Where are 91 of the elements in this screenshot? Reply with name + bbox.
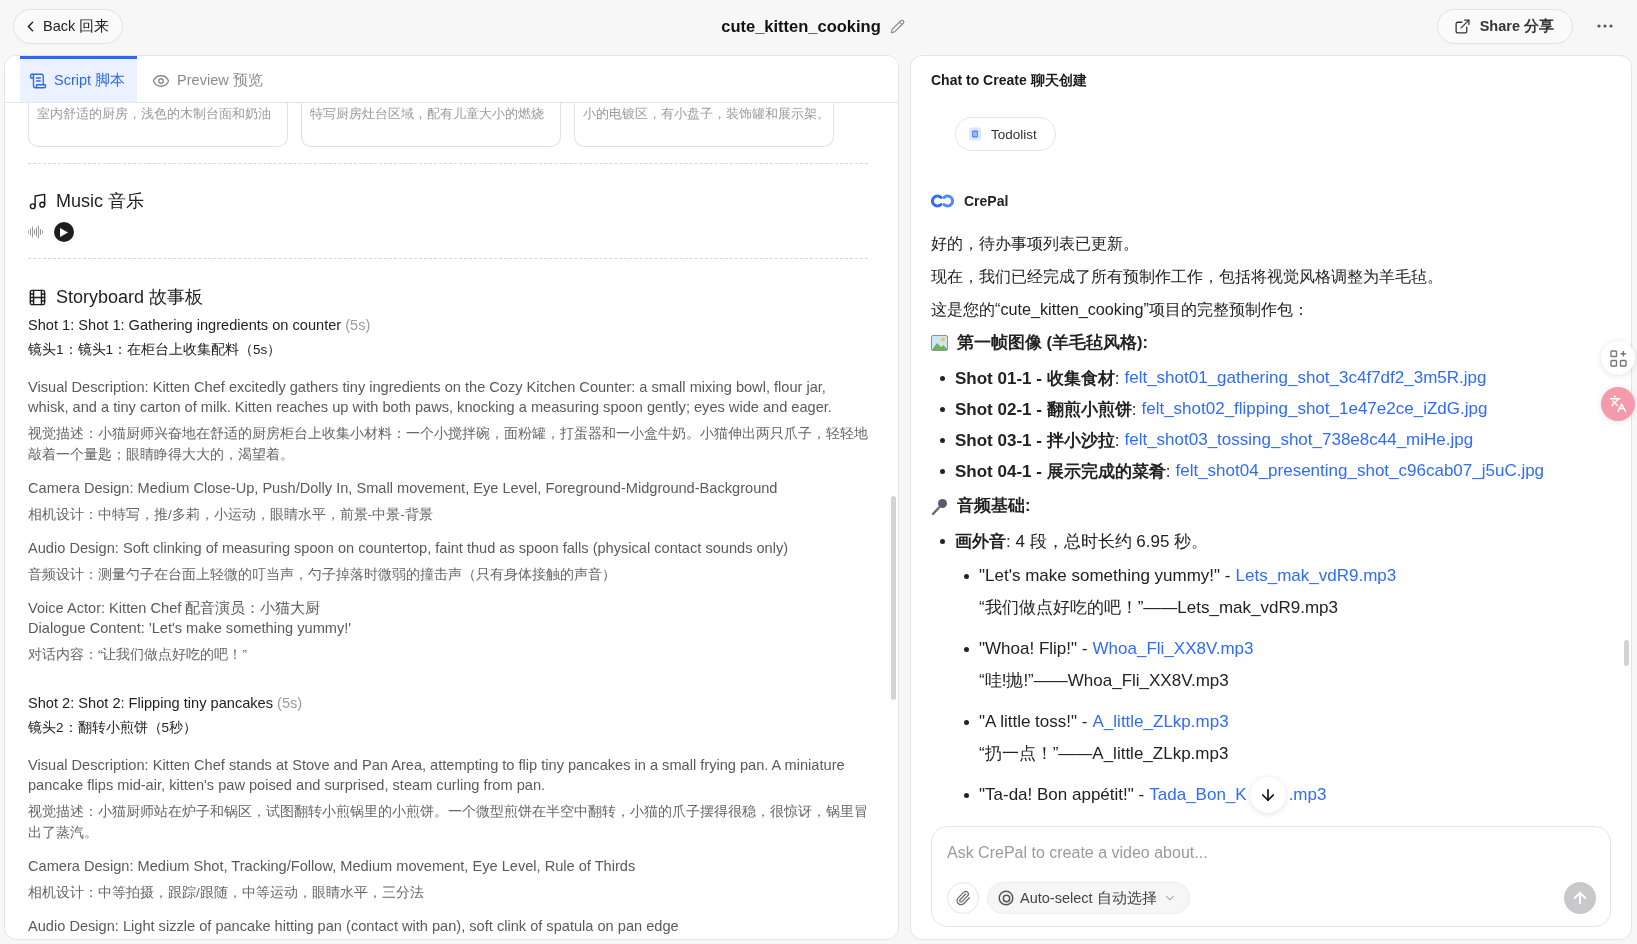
scene-card[interactable]: 特写厨房灶台区域，配有儿童大小的燃烧 (301, 103, 561, 147)
bullet-icon (940, 437, 945, 443)
scene-card[interactable]: 室内舒适的厨房，浅色的木制台面和奶油 (28, 103, 288, 147)
grid-plus-icon (1609, 349, 1627, 367)
section-heading: Music 音乐 (56, 190, 144, 213)
play-button[interactable] (54, 222, 74, 242)
list-item-text: Shot 02-1 - 翻煎小煎饼: (955, 398, 1137, 421)
model-select[interactable]: Auto-select 自动选择 (987, 882, 1190, 914)
list-item-text: "A little toss!" - (979, 712, 1088, 732)
music-icon (28, 191, 47, 211)
file-link[interactable]: A_little_ZLkp.mp3 (1092, 712, 1229, 732)
more-button[interactable] (1597, 24, 1613, 28)
description-text: Visual Description: Kitten Chef stands at Stove and Pan Area, attempting to flip tiny pancakes in a small frying pan. A miniature pancake flips mid-air, kitten's paw poised and surprised, steam curling from pan. (28, 756, 846, 795)
pencil-icon (889, 18, 905, 34)
description-text: Voice Actor: Kitten Chef 配音演员：小猫大厨 (28, 599, 322, 618)
edit-button[interactable] (889, 18, 905, 34)
translation-text: 视觉描述：小猫厨师站在炉子和锅区，试图翻转小煎锅里的小煎饼。一个微型煎饼在半空中翻转，小猫的爪子摆得很稳，很惊讶，锅里冒出了蒸汽。 (28, 803, 868, 842)
description-text: Visual Description: Kitten Chef excitedly gathers tiny ingredients on the Cozy Kitchen Counter: a small mixing bowl, flour jar, whisk, and a tiny carton of milk. Kitten reaches up with both paws, knocking a measuring spoon gently; eyes wide and eager. (28, 378, 833, 417)
bullet-icon (964, 719, 969, 725)
assistant-name: CrePal (964, 193, 1009, 209)
attach-button[interactable] (947, 882, 979, 914)
share-icon (1453, 17, 1471, 35)
message-text: 这是您的“cute_kitten_cooking”项目的完整预制作包： (931, 299, 1310, 320)
bullet-icon (940, 538, 945, 544)
paperclip-icon (955, 890, 971, 906)
bullet-icon (964, 646, 969, 652)
scene-card[interactable]: 小的电镀区，有小盘子，装饰罐和展示架。 (574, 103, 834, 147)
bullet-icon (940, 406, 945, 412)
file-link[interactable]: felt_shot01_gathering_shot_3c4f7df2_3m5R.jpg (1124, 368, 1487, 388)
logo-icon (931, 193, 954, 209)
list-item-text: "Ta-da! Bon appétit!" - (979, 785, 1145, 805)
tab[interactable]: Script 脚本 (20, 56, 138, 102)
message-input[interactable]: Ask CrePal to create a video about... (947, 842, 1596, 864)
microphone-icon (931, 497, 948, 515)
scrollbar-thumb[interactable] (1624, 640, 1629, 666)
list-item-text: Shot 04-1 - 展示完成的菜肴: (955, 460, 1171, 483)
list-item-text: "Let's make something yummy!" - (979, 566, 1231, 586)
message-text: 现在，我们已经完成了所有预制作工作，包括将视觉风格调整为羊毛毡。 (931, 266, 1444, 287)
file-link[interactable]: Lets_mak_vdR9.mp3 (1235, 566, 1397, 586)
scroll-down-button[interactable] (1249, 777, 1286, 813)
description-text: Audio Design: Soft clinking of measuring spoon on countertop, faint thud as spoon falls (physical contact sounds only) (28, 539, 790, 558)
list-item-note: “我们做点好吃的吧！”——Lets_mak_vdR9.mp3 (979, 597, 1338, 619)
list-item-note: “扔一点！”——A_little_ZLkp.mp3 (979, 743, 1229, 765)
project-title: cute_kitten_cooking (721, 16, 881, 36)
translation-text: 视觉描述：小猫厨师兴奋地在舒适的厨房柜台上收集小材料：一个小搅拌碗，面粉罐，打蛋器和一小盒牛奶。小猫伸出两只爪子，轻轻地敲着一个量匙；眼睛睁得大大的，渴望着。 (28, 425, 868, 464)
list-item-note: “哇!抛!”——Whoa_Fli_XX8V.mp3 (979, 670, 1229, 692)
description-text: Dialogue Content: 'Let's make something yummy!' (28, 619, 353, 638)
bullet-icon (940, 468, 945, 474)
tab[interactable]: Preview 预览 (143, 56, 275, 102)
document-icon (968, 127, 982, 141)
translation-text: 相机设计：中特写，推/多莉，小运动，眼睛水平，前景-中景-背景 (28, 506, 434, 524)
translation-text: 音频设计：测量勺子在台面上轻微的叮当声，勺子掉落时微弱的撞击声（只有身体接触的声音） (28, 566, 617, 584)
description-text: Camera Design: Medium Close-Up, Push/Dolly In, Small movement, Eye Level, Foreground-Midground-Background (28, 479, 779, 498)
file-link[interactable]: Whoa_Fli_XX8V.mp3 (1092, 639, 1254, 659)
play-icon (60, 227, 68, 237)
more-icon (1597, 24, 1613, 28)
list-item-text: "Whoa! Flip!" - (979, 639, 1088, 659)
translate-icon (1609, 395, 1627, 413)
target-icon (998, 890, 1014, 906)
bullet-icon (940, 375, 945, 381)
todolist-chip[interactable]: Todolist (955, 117, 1056, 151)
message-text: 好的，待办事项列表已更新。 (931, 233, 1140, 254)
bullet-icon (964, 792, 969, 798)
list-item-text: Shot 01-1 - 收集食材: (955, 367, 1120, 390)
share-button[interactable]: Share 分享 (1436, 8, 1573, 44)
script-icon (29, 71, 47, 90)
shot-title: Shot 1: Shot 1: Gathering ingredients on counter (5s) (28, 316, 372, 335)
section-heading: Storyboard 故事板 (56, 286, 204, 309)
description-text: Camera Design: Medium Shot, Tracking/Follow, Medium movement, Eye Level, Rule of Thirds (28, 857, 637, 876)
bullet-icon (964, 573, 969, 579)
list-item-text: Shot 03-1 - 拌小沙拉: (955, 429, 1120, 452)
file-link[interactable]: felt_shot03_tossing_shot_738e8c44_miHe.jpg (1124, 430, 1474, 450)
file-link[interactable]: felt_shot02_flipping_shot_1e47e2ce_iZdG.jpg (1141, 399, 1488, 419)
back-button[interactable]: Back 回来 (13, 8, 124, 44)
panel-title: Chat to Create 聊天创建 (930, 71, 1088, 90)
shot-title: Shot 2: Shot 2: Flipping tiny pancakes (5s) (28, 694, 304, 713)
description-text: Audio Design: Light sizzle of pancake hitting pan (contact with pan), soft clink of spatula on pan edge (28, 917, 680, 936)
waveform-icon (28, 225, 44, 239)
translation-text: 相机设计：中等拍摄，跟踪/跟随，中等运动，眼睛水平，三分法 (28, 884, 425, 902)
list-item-text: 画外音: 4 段，总时长约 6.95 秒。 (955, 530, 1209, 553)
message-heading: 第一帧图像 (羊毛毡风格): (957, 332, 1149, 353)
file-link[interactable]: felt_shot04_presenting_shot_c96cab07_j5uC.jpg (1175, 461, 1545, 481)
film-icon (28, 287, 47, 307)
shot-title-translation: 镜头2：翻转小煎饼（5秒） (28, 719, 199, 737)
translation-text: 对话内容：“让我们做点好吃的吧！” (28, 646, 248, 664)
message-heading: 音频基础: (957, 495, 1031, 516)
file-link[interactable]: .mp3 (1288, 785, 1327, 805)
scrollbar-thumb[interactable] (891, 496, 896, 700)
picture-icon (931, 335, 948, 351)
file-link[interactable]: Tada_Bon_K (1149, 785, 1247, 805)
shot-title-translation: 镜头1：镜头1：在柜台上收集配料（5s） (28, 341, 283, 359)
